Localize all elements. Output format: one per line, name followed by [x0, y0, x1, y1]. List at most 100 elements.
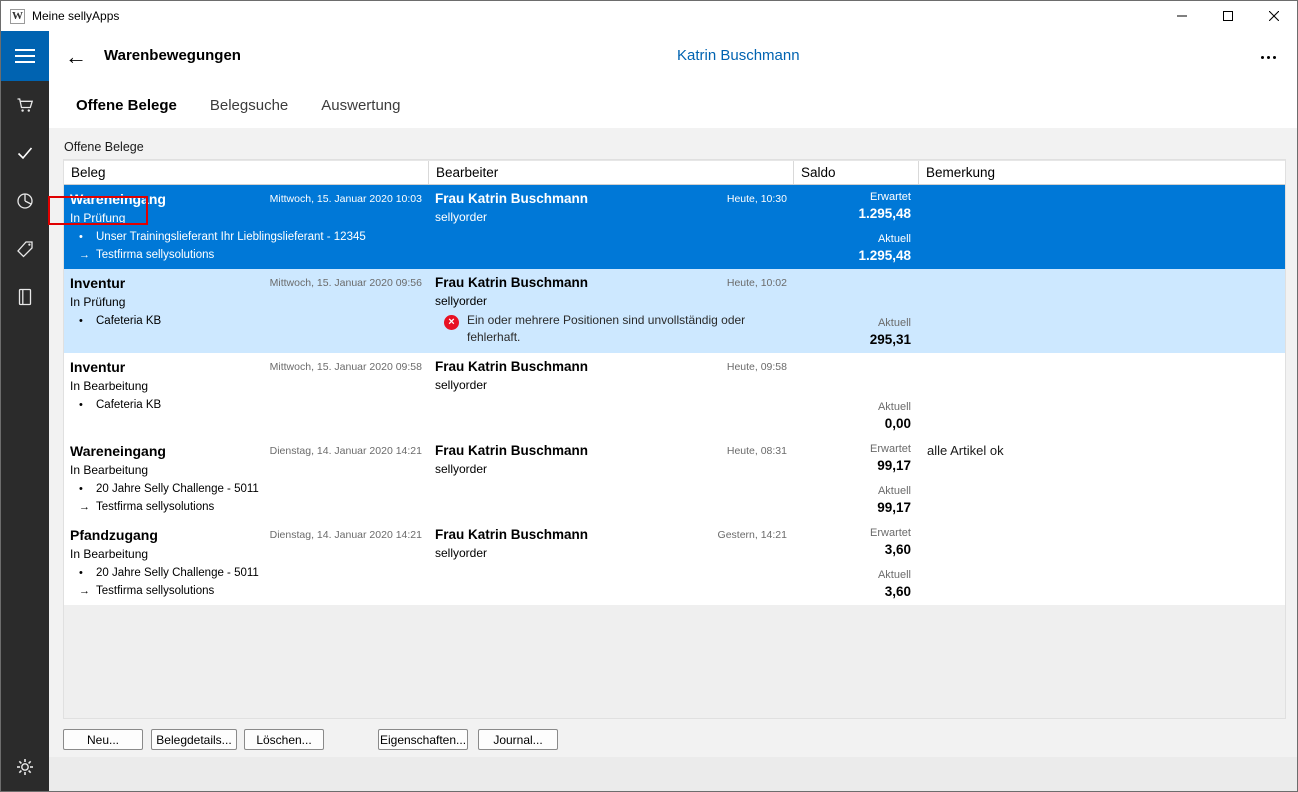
ellipsis-icon [1261, 56, 1264, 59]
book-icon [15, 287, 35, 307]
saldo-expected-label: Erwartet [794, 443, 911, 455]
document-date: Mittwoch, 15. Januar 2020 10:03 [270, 193, 422, 205]
document-status: In Bearbeitung [70, 379, 423, 393]
document-company-line: Testfirma sellysolutions [70, 501, 423, 513]
saldo-expected-label: Erwartet [794, 191, 911, 203]
editor-app: sellyorder [435, 210, 788, 224]
journal-button[interactable]: Journal... [478, 729, 558, 750]
table-row[interactable]: Wareneingang Dienstag, 14. Januar 2020 1… [64, 437, 1285, 521]
sidebar-item-preise[interactable] [1, 225, 49, 273]
user-name[interactable]: Katrin Buschmann [677, 47, 800, 64]
tab-belegsuche[interactable]: Belegsuche [210, 97, 288, 114]
arrow-icon [79, 249, 96, 261]
document-partner-line: 20 Jahre Selly Challenge - 5011 [70, 483, 423, 495]
saldo-actual-value: 295,31 [794, 332, 911, 347]
tab-offene-belege[interactable]: Offene Belege [76, 97, 177, 114]
arrow-icon [79, 585, 96, 597]
maximize-button[interactable] [1205, 1, 1251, 31]
window-title: Meine sellyApps [32, 9, 119, 23]
page-header: ← Warenbewegungen Katrin Buschmann [49, 31, 1297, 83]
saldo-expected-value: 3,60 [794, 542, 911, 557]
table-row[interactable]: Inventur Mittwoch, 15. Januar 2020 09:58… [64, 353, 1285, 437]
minimize-button[interactable] [1159, 1, 1205, 31]
sidebar-item-settings[interactable] [1, 743, 49, 791]
document-date: Mittwoch, 15. Januar 2020 09:56 [270, 277, 422, 289]
menu-icon [15, 49, 35, 51]
details-button[interactable]: Belegdetails... [151, 729, 237, 750]
table-row[interactable]: Wareneingang Mittwoch, 15. Januar 2020 1… [64, 185, 1285, 269]
document-date: Dienstag, 14. Januar 2020 14:21 [270, 529, 422, 541]
saldo-expected-label: Erwartet [794, 527, 911, 539]
delete-button[interactable]: Löschen... [244, 729, 324, 750]
hamburger-button[interactable] [1, 31, 49, 81]
saldo-actual-label: Aktuell [794, 485, 911, 497]
table-row[interactable]: Inventur Mittwoch, 15. Januar 2020 09:56… [64, 269, 1285, 353]
tag-icon [15, 239, 35, 259]
sidebar-item-cart[interactable] [1, 81, 49, 129]
document-partner-line: 20 Jahre Selly Challenge - 5011 [70, 567, 423, 579]
document-company-line: Testfirma sellysolutions [70, 585, 423, 597]
bullet-icon [79, 315, 96, 327]
gear-icon [15, 757, 35, 777]
bullet-icon [79, 483, 96, 495]
list-label: Offene Belege [64, 140, 144, 154]
saldo-expected-value: 1.295,48 [794, 206, 911, 221]
saldo-actual-value: 0,00 [794, 416, 911, 431]
sidebar-item-journal[interactable] [1, 273, 49, 321]
document-status: In Bearbeitung [70, 547, 423, 561]
back-arrow-icon: ← [65, 44, 87, 69]
document-partner-line: Cafeteria KB [70, 315, 423, 327]
editor-app: sellyorder [435, 378, 788, 392]
tab-auswertung[interactable]: Auswertung [321, 97, 400, 114]
close-icon [1269, 11, 1279, 21]
table-row[interactable]: Pfandzugang Dienstag, 14. Januar 2020 14… [64, 521, 1285, 605]
document-partner-line: Unser Trainingslieferant Ihr Lieblingsli… [70, 231, 423, 243]
saldo-expected-value: 99,17 [794, 458, 911, 473]
sidebar-item-belege[interactable] [1, 129, 49, 177]
column-header-saldo[interactable]: Saldo [794, 161, 919, 184]
check-icon [15, 143, 35, 163]
bottom-strip [49, 757, 1297, 791]
column-header-beleg[interactable]: Beleg [64, 161, 429, 184]
bullet-icon [79, 567, 96, 579]
table-header: Beleg Bearbeiter Saldo Bemerkung [64, 160, 1285, 185]
saldo-actual-label: Aktuell [794, 401, 911, 413]
close-button[interactable] [1251, 1, 1297, 31]
document-status: In Prüfung [70, 211, 423, 225]
column-header-bemerkung[interactable]: Bemerkung [919, 161, 1285, 184]
note-text: alle Artikel ok [927, 443, 1277, 458]
more-button[interactable] [1253, 45, 1283, 69]
editor-time: Gestern, 14:21 [718, 529, 787, 541]
minimize-icon [1177, 11, 1187, 21]
cart-icon [15, 95, 35, 115]
bullet-icon [79, 231, 96, 243]
saldo-actual-label: Aktuell [794, 569, 911, 581]
document-status: In Prüfung [70, 295, 423, 309]
maximize-icon [1223, 11, 1233, 21]
document-partner-line: Cafeteria KB [70, 399, 423, 411]
editor-time: Heute, 10:30 [727, 193, 787, 205]
editor-time: Heute, 10:02 [727, 277, 787, 289]
saldo-actual-value: 1.295,48 [794, 248, 911, 263]
document-date: Mittwoch, 15. Januar 2020 09:58 [270, 361, 422, 373]
error-box: × Ein oder mehrere Positionen sind unvol… [444, 312, 774, 347]
document-list: Beleg Bearbeiter Saldo Bemerkung Warenei… [63, 159, 1286, 719]
editor-time: Heute, 08:31 [727, 445, 787, 457]
editor-time: Heute, 09:58 [727, 361, 787, 373]
bullet-icon [79, 399, 96, 411]
column-header-bearbeiter[interactable]: Bearbeiter [429, 161, 794, 184]
document-company-line: Testfirma sellysolutions [70, 249, 423, 261]
new-button[interactable]: Neu... [63, 729, 143, 750]
editor-app: sellyorder [435, 462, 788, 476]
saldo-actual-value: 3,60 [794, 584, 911, 599]
app-icon: W [10, 9, 25, 24]
saldo-actual-value: 99,17 [794, 500, 911, 515]
back-button[interactable]: ← [59, 40, 93, 74]
saldo-actual-label: Aktuell [794, 233, 911, 245]
content-area: Offene Belege Beleg Bearbeiter Saldo Bem… [49, 128, 1297, 791]
properties-button[interactable]: Eigenschaften... [378, 729, 468, 750]
sidebar-item-auswertung[interactable] [1, 177, 49, 225]
pie-chart-icon [15, 191, 35, 211]
saldo-actual-label: Aktuell [794, 317, 911, 329]
window-controls [1159, 1, 1297, 31]
